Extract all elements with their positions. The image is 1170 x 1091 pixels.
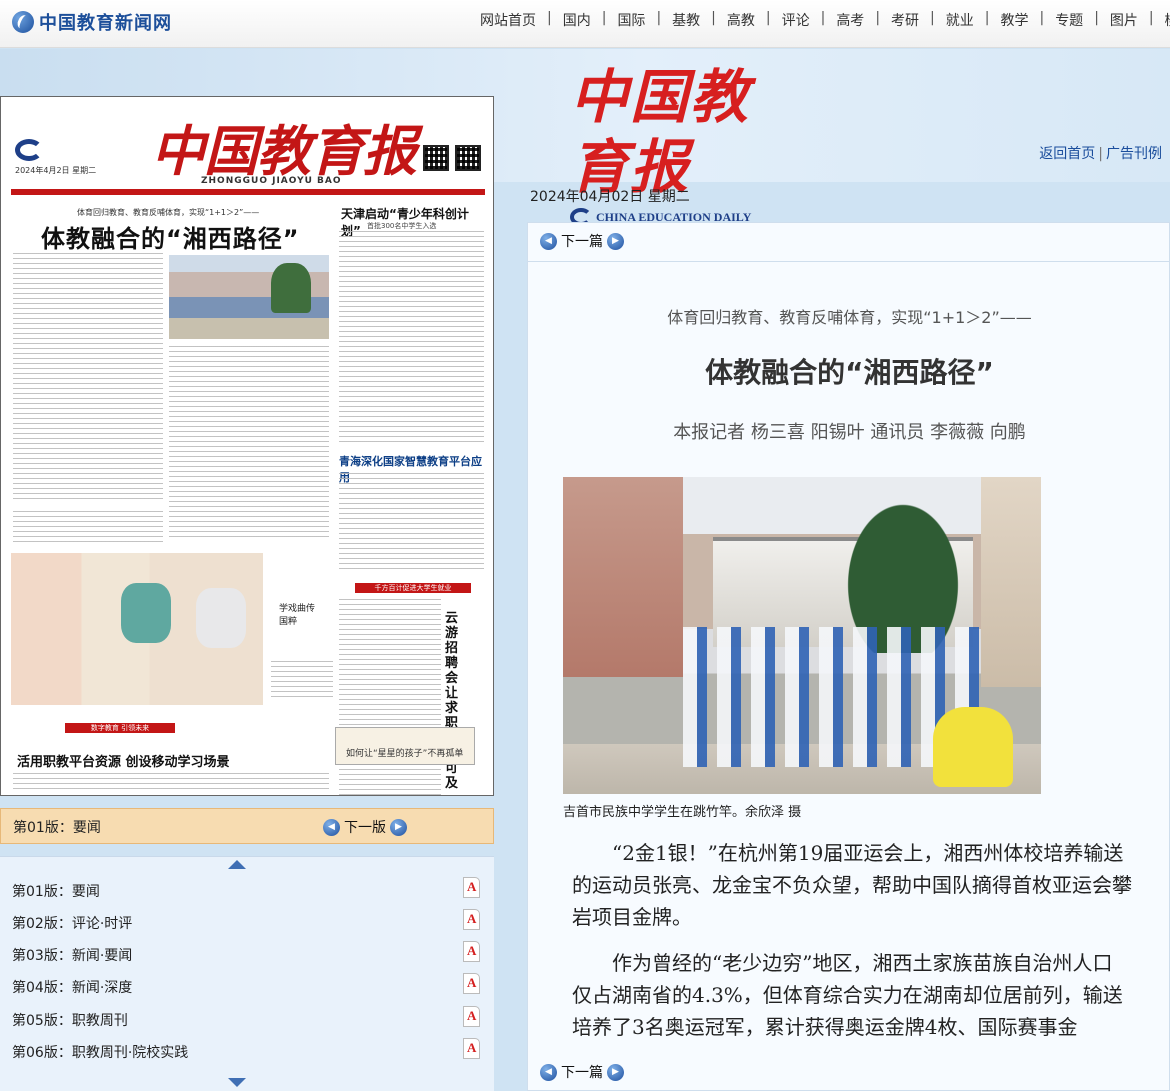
paper-red-bar: 千方百计促进大学生就业 [355,583,471,593]
article-panel: ◀ 下一篇 ▶ 体育回归教育、教育反哺体育，实现“1+1＞2”—— 体教融合的“… [527,222,1170,1091]
paper-red-bar: 数字教育 引领未来 [65,723,175,733]
next-article-button-bottom[interactable]: ◀ 下一篇 ▶ [540,1062,624,1082]
paper-box-headline[interactable]: 如何让“星星的孩子”不再孤单 [335,727,475,765]
next-arrow-icon: ▶ [390,818,407,836]
article-photo [563,477,1041,794]
qr-code-icon [423,145,449,171]
paper-bottom-headline[interactable]: 活用职教平台资源 创设移动学习场景 [17,751,230,770]
next-edition-button[interactable]: ◀ 下一版 ▶ [323,817,407,837]
masthead-title: 中国教育报 [570,63,751,201]
next-article-button[interactable]: ◀ 下一篇 ▶ [540,231,624,251]
current-edition-bar: 第01版：要闻 ◀ 下一版 ▶ [0,808,494,844]
top-bar: 中国教育新闻网 网站首页 | 国内 | 国际 | 基教 | 高教 | 评论 | 高考 | 考研… [0,0,1170,48]
paper-kicker: 体育回归教育、教育反哺体育，实现“1+1＞2”—— [77,208,260,217]
prev-arrow-icon: ◀ [323,818,340,836]
nav-domestic[interactable]: 国内 [563,10,591,30]
site-logo-text: 中国教育新闻网 [39,13,172,34]
next-arrow-icon: ▶ [607,1063,624,1081]
article-title: 体教融合的“湘西路径” [705,356,994,389]
current-edition-label: 第01版：要闻 [13,820,101,836]
paper-text-block [271,661,333,701]
pdf-icon[interactable] [463,973,480,994]
photo-caption: 吉首市民族中学学生在跳竹竿。余欣泽 摄 [563,805,802,820]
paper-header: 2024年4月2日 星期二 中国教育报 ZHONGGUO JIAOYU BAO [1,97,493,195]
issue-date: 2024年04月02日 星期二 [530,189,690,205]
edition-item[interactable]: 第04版：新闻·深度 [0,970,494,1002]
paper-side-subhead: 首批300名中学生入选 [367,222,437,230]
top-nav: 网站首页 | 国内 | 国际 | 基教 | 高教 | 评论 | 高考 | 考研 | 就业 | 教学… [480,10,1170,30]
site-logo-icon [12,11,34,33]
paper-text-block [13,773,329,791]
qr-code-icon [455,145,481,171]
header-links: 返回首页 | 广告刊例 [1039,146,1162,162]
paper-pinyin: ZHONGGUO JIAOYU BAO [201,176,342,186]
ad-rates-link[interactable]: 广告刊例 [1106,146,1162,162]
prev-arrow-icon: ◀ [540,1063,557,1081]
divider [528,261,1170,262]
article-kicker: 体育回归教育、教育反哺体育，实现“1+1＞2”—— [667,308,1032,327]
nav-topics[interactable]: 专题 [1055,10,1083,30]
nav-international[interactable]: 国际 [617,10,645,30]
masthead-logo: 中国教育报 CHINA EDUCATION DAILY [570,62,800,226]
paper-text-block [339,599,441,795]
nav-commentary[interactable]: 评论 [782,10,810,30]
nav-basic-edu[interactable]: 基教 [672,10,700,30]
paper-photo-bamboo [169,255,329,339]
edition-item[interactable]: 第05版：职教周刊 [0,1003,494,1035]
nav-teaching[interactable]: 教学 [1000,10,1028,30]
pdf-icon[interactable] [463,909,480,930]
nav-kaoyan[interactable]: 考研 [891,10,919,30]
scroll-down-icon[interactable] [228,1078,246,1087]
nav-more[interactable]: 桃 [1165,10,1170,30]
prev-arrow-icon: ◀ [540,232,557,250]
site-logo[interactable]: 中国教育新闻网 [12,9,172,35]
edition-item[interactable]: 第03版：新闻·要闻 [0,938,494,970]
next-arrow-icon: ▶ [607,232,624,250]
paper-logo-icon [15,139,43,161]
edition-item[interactable]: 第01版：要闻 [0,874,494,906]
edition-item[interactable]: 第06版：职教周刊·院校实践 [0,1035,494,1067]
paper-text-block [339,231,484,446]
article-paragraph: “2金1银！”在杭州第19届亚运会上，湘西州体校培养输送的运动员张亮、龙金宝不负… [572,841,1132,929]
nav-employment[interactable]: 就业 [946,10,974,30]
paper-body: 体育回归教育、教育反哺体育，实现“1+1＞2”—— 体教融合的“湘西路径” 天津… [9,201,487,795]
paper-text-block [169,346,329,541]
paper-divider [11,189,485,195]
pdf-icon[interactable] [463,877,480,898]
article-paragraph: 作为曾经的“老少边穷”地区，湘西土家族苗族自治州人口仅占湖南省的4.3%，但体育… [572,951,1123,1039]
paper-text-block [13,511,163,546]
scroll-up-icon[interactable] [228,860,246,869]
back-home-link[interactable]: 返回首页 [1039,146,1095,162]
nav-higher-edu[interactable]: 高教 [727,10,755,30]
article-byline: 本报记者 杨三喜 阳锡叶 通讯员 李薇薇 向鹏 [673,422,1026,443]
paper-title: 中国教育报 [151,119,417,183]
edition-item[interactable]: 第02版：评论·时评 [0,906,494,938]
nav-gaokao[interactable]: 高考 [836,10,864,30]
pdf-icon[interactable] [463,1038,480,1059]
paper-text-block [13,253,163,503]
nav-photos[interactable]: 图片 [1110,10,1138,30]
paper-photo-opera [11,553,263,705]
nav-home[interactable]: 网站首页 [480,10,536,30]
newspaper-page-image[interactable]: 2024年4月2日 星期二 中国教育报 ZHONGGUO JIAOYU BAO … [0,96,494,796]
paper-headline[interactable]: 体教融合的“湘西路径” [41,219,300,254]
pdf-icon[interactable] [463,1006,480,1027]
pdf-icon[interactable] [463,941,480,962]
paper-date: 2024年4月2日 星期二 [15,166,97,175]
paper-text-block [339,473,484,573]
paper-photo-caption: 学戏曲传国粹 [279,604,316,627]
